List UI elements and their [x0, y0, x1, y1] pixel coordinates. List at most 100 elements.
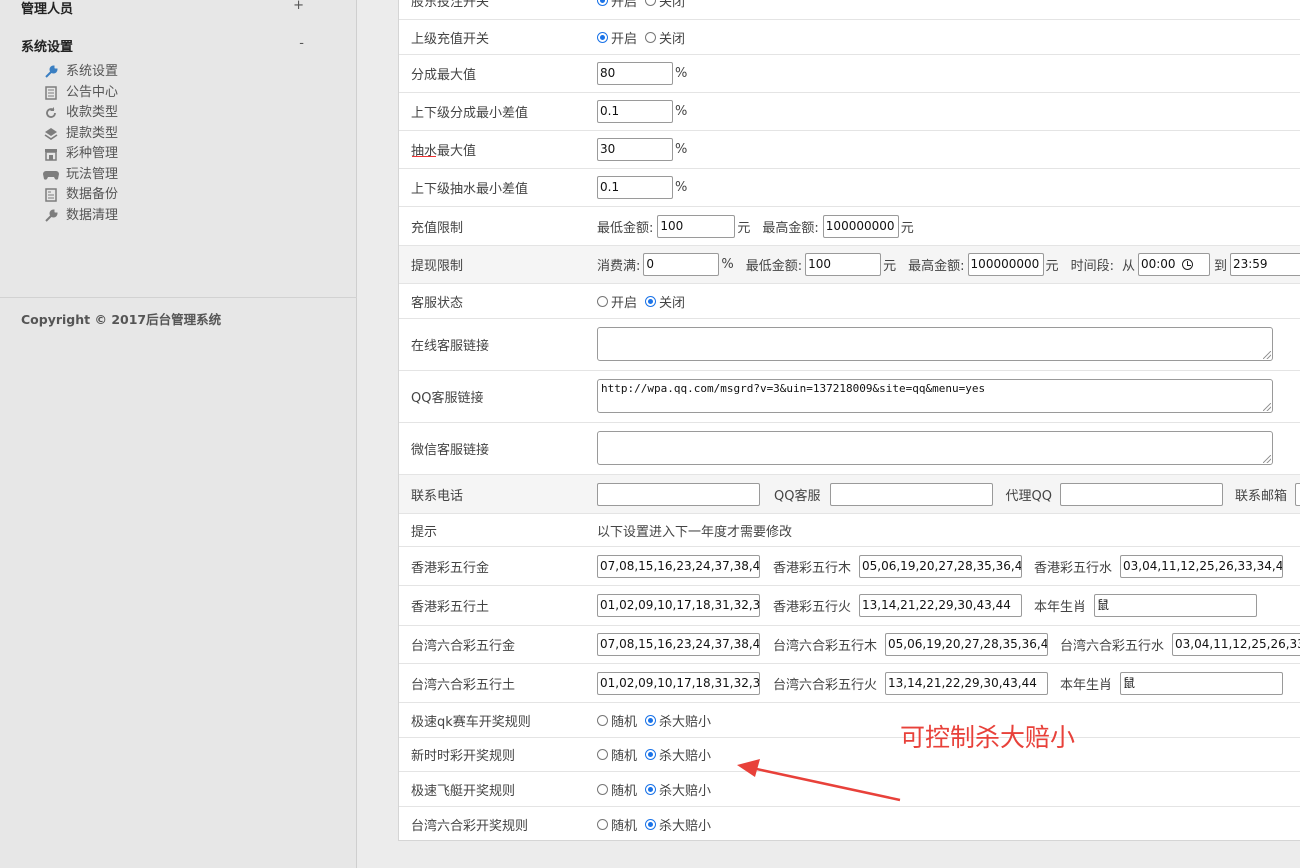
annotation-underline	[412, 143, 436, 157]
max-rebate-input[interactable]: 30	[597, 138, 673, 161]
radio-kill-big[interactable]: 杀大赔小	[645, 815, 711, 834]
sidebar-item-announcements[interactable]: 公告中心	[42, 83, 118, 104]
tw-zodiac-input[interactable]: 鼠	[1120, 671, 1284, 695]
max-amount-label: 最高金额:	[762, 220, 819, 236]
form-row-max-share: 分成最大值 80 %	[399, 55, 1300, 93]
radio-label: 杀大赔小	[659, 818, 712, 834]
field-label: 台湾六合彩开奖规则	[411, 818, 529, 834]
wechat-service-link-textarea[interactable]	[597, 431, 1273, 465]
field-label: 联系电话	[411, 488, 464, 504]
zodiac-label: 本年生肖	[1060, 677, 1113, 693]
hk-gold-input[interactable]: 07,08,15,16,23,24,37,38,45,46	[597, 554, 760, 578]
min-amount-label: 最低金额:	[597, 220, 654, 236]
time-value: 00:00	[1140, 257, 1176, 271]
radio-random[interactable]: 随机	[597, 780, 637, 799]
resize-handle[interactable]	[1263, 403, 1271, 411]
withdraw-max-input[interactable]: 100000000	[967, 253, 1044, 276]
radio-on[interactable]: 开启	[597, 28, 637, 47]
radio-random[interactable]: 随机	[597, 711, 637, 730]
sidebar-item-withdraw-types[interactable]: 提款类型	[42, 124, 118, 145]
radio-kill-big[interactable]: 杀大赔小	[645, 745, 711, 764]
radio-random[interactable]: 随机	[597, 815, 637, 834]
radio-off[interactable]: 关闭	[645, 292, 685, 311]
gamepad-icon	[42, 168, 60, 182]
resize-handle[interactable]	[1263, 455, 1271, 463]
withdraw-time-to-input[interactable]: 23:59	[1229, 253, 1300, 276]
hk-fire-input[interactable]: 13,14,21,22,29,30,43,44	[859, 594, 1023, 617]
menu-group-system-label: 系统设置	[21, 40, 74, 55]
field-label: 极速qk赛车开奖规则	[411, 714, 531, 730]
collapse-icon[interactable]: -	[299, 36, 304, 51]
form-row-shareholder-switch: 股东投注开关 开启 关闭	[399, 0, 1300, 20]
document-icon	[42, 86, 60, 100]
wrench-icon	[42, 209, 60, 223]
radio-label: 杀大赔小	[659, 783, 712, 799]
clock-icon[interactable]	[1181, 259, 1193, 270]
radio-on[interactable]: 开启	[597, 0, 637, 10]
tw-water-input[interactable]: 03,04,11,12,25,26,33,34,41,42	[1172, 633, 1300, 656]
email-label: 联系邮箱	[1234, 488, 1287, 504]
resize-handle[interactable]	[1263, 351, 1271, 359]
email-input[interactable]	[1294, 482, 1300, 506]
withdraw-min-input[interactable]: 100	[805, 253, 882, 276]
to-label: 到	[1213, 259, 1227, 274]
database-icon	[42, 188, 60, 202]
qq-service-link-textarea[interactable]: http://wpa.qq.com/msgrd?v=3&uin=13721800…	[597, 379, 1273, 413]
unit-label: %	[721, 257, 734, 272]
radio-label: 随机	[611, 783, 638, 799]
textarea-value: http://wpa.qq.com/msgrd?v=3&uin=13721800…	[601, 382, 986, 395]
online-service-link-textarea[interactable]	[597, 327, 1273, 361]
sidebar-item-lottery-management[interactable]: 彩种管理	[42, 144, 118, 165]
sidebar-item-data-cleanup[interactable]: 数据清理	[42, 206, 118, 227]
tw-fire-input[interactable]: 13,14,21,22,29,30,43,44	[885, 671, 1049, 695]
radio-off[interactable]: 关闭	[645, 0, 685, 10]
menu-group-admins[interactable]: 管理人员 +	[21, 0, 336, 17]
tw-gold-input[interactable]: 07,08,15,16,23,24,37,38,45,46	[597, 633, 760, 656]
radio-random[interactable]: 随机	[597, 745, 637, 764]
hk-wood-input[interactable]: 05,06,19,20,27,28,35,36,49	[859, 554, 1023, 578]
expand-icon[interactable]: +	[293, 0, 304, 13]
field-label: 台湾六合彩五行金	[411, 639, 516, 654]
field-label: 香港彩五行金	[411, 560, 490, 576]
form-row-online-service-link: 在线客服链接	[399, 319, 1300, 371]
radio-on[interactable]: 开启	[597, 292, 637, 311]
withdraw-spend-input[interactable]: 0	[643, 253, 720, 276]
sidebar-item-system-settings[interactable]: 系统设置	[42, 62, 118, 83]
form-row-rule-speed-boat: 极速飞艇开奖规则 随机 杀大赔小	[399, 772, 1300, 807]
hk-earth-input[interactable]: 01,02,09,10,17,18,31,32,39,40	[597, 594, 760, 617]
radio-off[interactable]: 关闭	[645, 28, 685, 47]
min-share-diff-input[interactable]: 0.1	[597, 100, 673, 123]
sidebar-item-play-management[interactable]: 玩法管理	[42, 165, 118, 186]
unit-label: 元	[883, 259, 897, 274]
radio-kill-big[interactable]: 杀大赔小	[645, 780, 711, 799]
min-amount-label: 最低金额:	[745, 259, 803, 274]
min-rebate-diff-input[interactable]: 0.1	[597, 176, 673, 199]
recharge-max-input[interactable]: 100000000	[822, 214, 899, 238]
unit-label: %	[675, 180, 688, 195]
sidebar-item-label: 公告中心	[66, 84, 119, 100]
time-value: 23:59	[1232, 257, 1268, 271]
field-label: 台湾六合彩五行土	[411, 677, 516, 693]
radio-label: 杀大赔小	[659, 749, 712, 764]
form-row-min-share-diff: 上下级分成最小差值 0.1 %	[399, 93, 1300, 131]
hk-zodiac-input[interactable]: 鼠	[1094, 594, 1258, 617]
hk-water-input[interactable]: 03,04,11,12,25,26,33,34,41,42	[1120, 554, 1284, 578]
menu-group-system[interactable]: 系统设置 -	[21, 36, 336, 55]
form-row-wechat-service-link: 微信客服链接	[399, 423, 1300, 475]
radio-kill-big[interactable]: 杀大赔小	[645, 711, 711, 730]
qq-service-input[interactable]	[830, 482, 994, 506]
form-row-tw-elements-1: 台湾六合彩五行金 07,08,15,16,23,24,37,38,45,46 台…	[399, 626, 1300, 664]
max-share-input[interactable]: 80	[597, 62, 673, 85]
tw-earth-input[interactable]: 01,02,09,10,17,18,31,32,39,40	[597, 671, 760, 695]
radio-label: 随机	[611, 714, 638, 730]
sidebar-item-label: 收款类型	[66, 105, 119, 120]
withdraw-time-from-input[interactable]: 00:00	[1137, 253, 1210, 276]
sidebar-item-data-backup[interactable]: 数据备份	[42, 185, 118, 206]
phone-input[interactable]	[597, 482, 760, 506]
recharge-min-input[interactable]: 100	[657, 214, 736, 238]
agent-qq-input[interactable]	[1059, 482, 1223, 506]
form-row-contact: 联系电话 QQ客服 代理QQ 联系邮箱	[399, 475, 1300, 514]
qq-service-label: QQ客服	[774, 488, 821, 504]
tw-wood-input[interactable]: 05,06,19,20,27,28,35,36,49	[885, 633, 1049, 656]
sidebar-item-payment-types[interactable]: 收款类型	[42, 103, 118, 124]
